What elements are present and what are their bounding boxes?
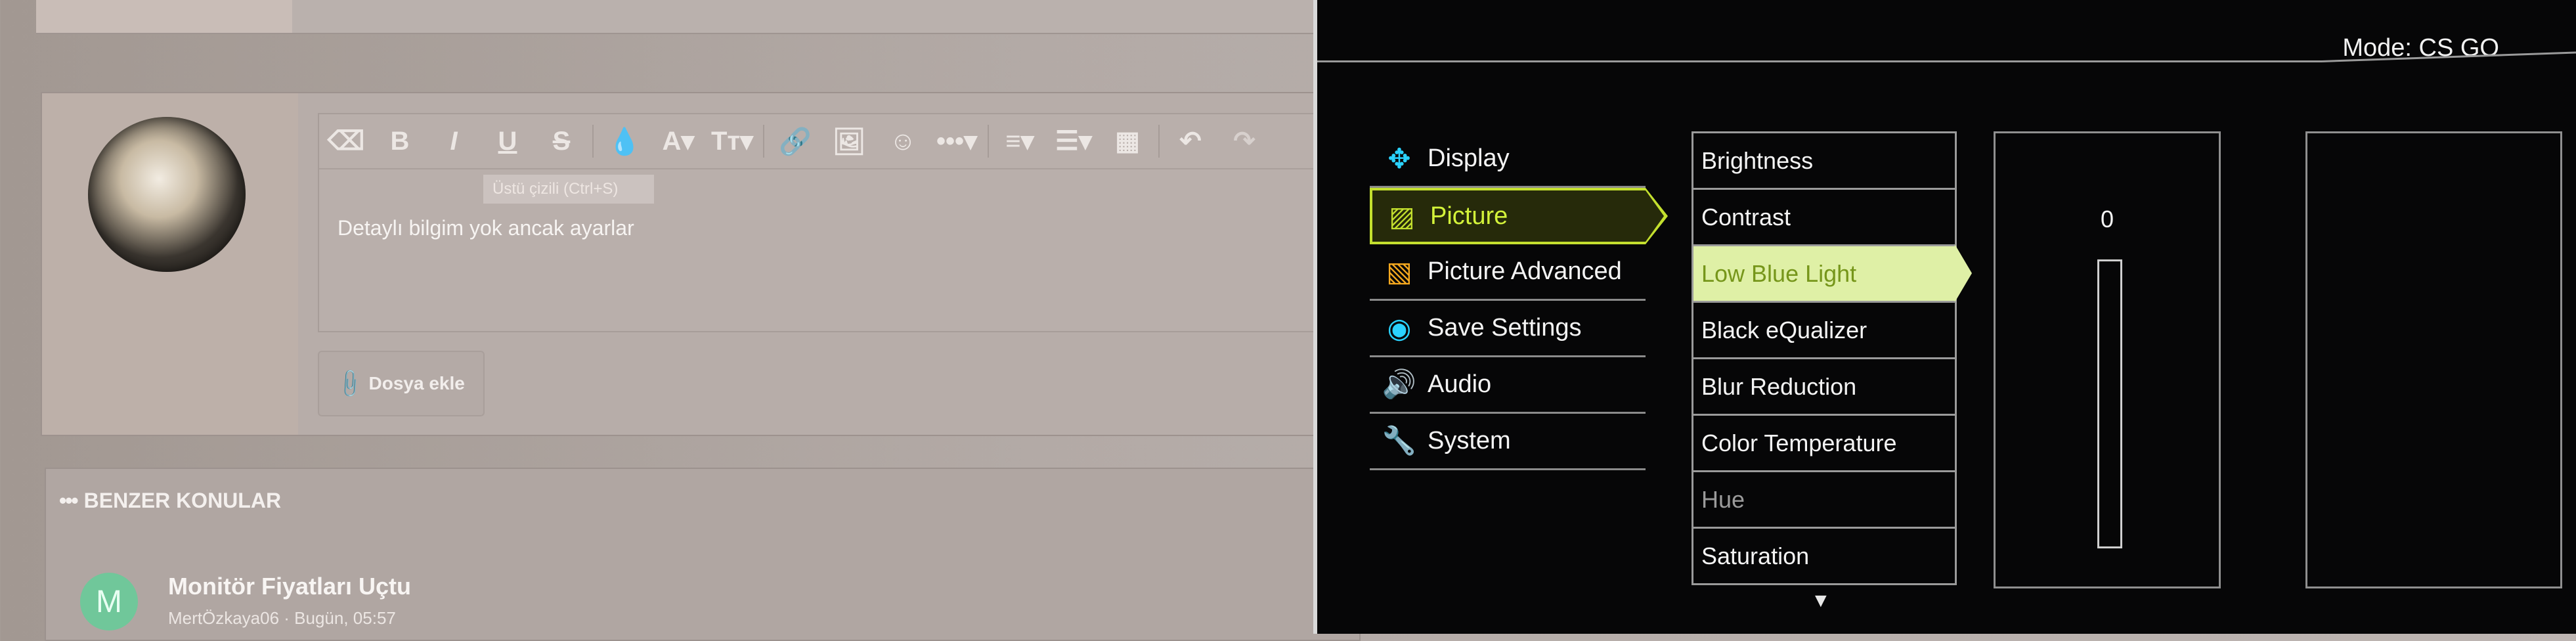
value-panel: 0 [1994, 131, 2221, 588]
editor-content[interactable]: Detaylı bilgim yok ancak ayarlar [338, 216, 634, 240]
align-icon[interactable]: ≡▾ [993, 114, 1047, 168]
bold-button[interactable]: B [373, 114, 427, 168]
osd-menu-item-picture[interactable]: ▨ Picture [1370, 188, 1668, 244]
osd-menu-label: Display [1428, 144, 1510, 172]
osd-menu-label: Picture [1430, 202, 1508, 230]
more-icon[interactable]: •••▾ [930, 114, 984, 168]
osd-menu-label: System [1428, 427, 1511, 454]
osd-submenu-item-saturation[interactable]: Saturation [1693, 529, 1955, 585]
value-readout: 0 [2100, 206, 2114, 232]
list-icon[interactable]: ☰▾ [1047, 114, 1101, 168]
save-settings-icon: ◉ [1387, 313, 1412, 343]
audio-icon: 🔊 [1382, 368, 1417, 399]
attach-file-button[interactable]: 📎 Dosya ekle [318, 351, 485, 416]
similar-threads-title: ••• BENZER KONULAR [59, 489, 282, 512]
scroll-down-arrow-icon[interactable]: ▼ [1811, 590, 1831, 612]
osd-submenu-item-contrast[interactable]: Contrast [1693, 190, 1955, 246]
tooltip: Üstü çizili (Ctrl+S) [483, 175, 654, 204]
undo-icon[interactable]: ↶ [1164, 114, 1217, 168]
osd-submenu-item-black-equalizer[interactable]: Black eQualizer [1693, 303, 1955, 359]
osd-menu-label: Save Settings [1428, 314, 1582, 342]
avatar [88, 117, 246, 272]
osd-submenu-item-hue[interactable]: Hue [1693, 472, 1955, 529]
osd-submenu-item-low-blue-light[interactable]: Low Blue Light [1693, 244, 1972, 303]
eraser-icon[interactable]: ⌫ [319, 114, 373, 168]
font-color-button[interactable]: A▾ [651, 114, 705, 168]
osd-main-menu: ✥ Display ▨ Picture ▧ Picture Advanced ◉ Save S… [1370, 131, 1668, 470]
thread-avatar[interactable]: M [80, 573, 138, 630]
link-icon[interactable]: 🔗 [768, 114, 822, 168]
image-icon[interactable]: 🖼 [822, 114, 876, 168]
font-size-button[interactable]: Tт▾ [705, 114, 759, 168]
underline-button[interactable]: U [481, 114, 535, 168]
similar-threads-card: ••• BENZER KONULAR M Monitör Fiyatları Uç… [45, 468, 1361, 641]
display-icon: ✥ [1387, 143, 1411, 174]
osd-menu-item-save-settings[interactable]: ◉ Save Settings [1370, 301, 1646, 357]
osd-menu-item-audio[interactable]: 🔊 Audio [1370, 357, 1646, 414]
preview-panel [2305, 131, 2562, 588]
osd-picture-submenu: Brightness Contrast Low Blue Light Black eQ… [1692, 131, 1972, 585]
wrench-icon: 🔧 [1382, 425, 1417, 456]
reply-editor-card: ⌫ B I U S 💧 A▾ Tт▾ 🔗 🖼 ☺ •••▾ ≡▾ ☰▾ ▦ ↶ ↷ Üstü çizili (C… [41, 92, 1330, 436]
picture-icon: ▨ [1389, 200, 1415, 232]
strikethrough-button[interactable]: S [535, 114, 588, 168]
thread-title-link[interactable]: Monitör Fiyatları Uçtu [168, 573, 411, 600]
table-icon[interactable]: ▦ [1101, 114, 1154, 168]
rich-text-editor[interactable]: ⌫ B I U S 💧 A▾ Tт▾ 🔗 🖼 ☺ •••▾ ≡▾ ☰▾ ▦ ↶ ↷ Üstü çizili (C… [318, 113, 1319, 332]
osd-menu-item-system[interactable]: 🔧 System [1370, 414, 1646, 470]
avatar-column [42, 93, 298, 435]
value-slider[interactable] [2097, 259, 2122, 548]
osd-submenu-item-brightness[interactable]: Brightness [1693, 133, 1955, 190]
osd-menu-label: Picture Advanced [1428, 257, 1622, 285]
osd-menu-item-picture-advanced[interactable]: ▧ Picture Advanced [1370, 244, 1646, 301]
italic-button[interactable]: I [427, 114, 481, 168]
osd-menu-label: Audio [1428, 370, 1492, 398]
osd-menu-item-display[interactable]: ✥ Display [1370, 131, 1646, 188]
emoji-icon[interactable]: ☺ [876, 114, 930, 168]
redo-icon[interactable]: ↷ [1217, 114, 1271, 168]
editor-toolbar: ⌫ B I U S 💧 A▾ Tт▾ 🔗 🖼 ☺ •••▾ ≡▾ ☰▾ ▦ ↶ ↷ [319, 114, 1317, 169]
paperclip-icon: 📎 [333, 367, 366, 400]
thread-meta: MertÖzkaya06 · Bugün, 05:57 [168, 608, 396, 628]
osd-submenu-item-blur-reduction[interactable]: Blur Reduction [1693, 359, 1955, 416]
picture-advanced-icon: ▧ [1386, 256, 1412, 287]
osd-header: Mode: CS GO [1324, 0, 2571, 62]
previous-post-strip [36, 0, 1323, 34]
monitor-osd: Mode: CS GO ✥ Display ▨ Picture ▧ Picture Adv… [1313, 0, 2576, 634]
attach-file-label: Dosya ekle [368, 373, 465, 393]
osd-submenu-item-color-temperature[interactable]: Color Temperature [1693, 416, 1955, 472]
color-drop-icon[interactable]: 💧 [598, 114, 651, 168]
